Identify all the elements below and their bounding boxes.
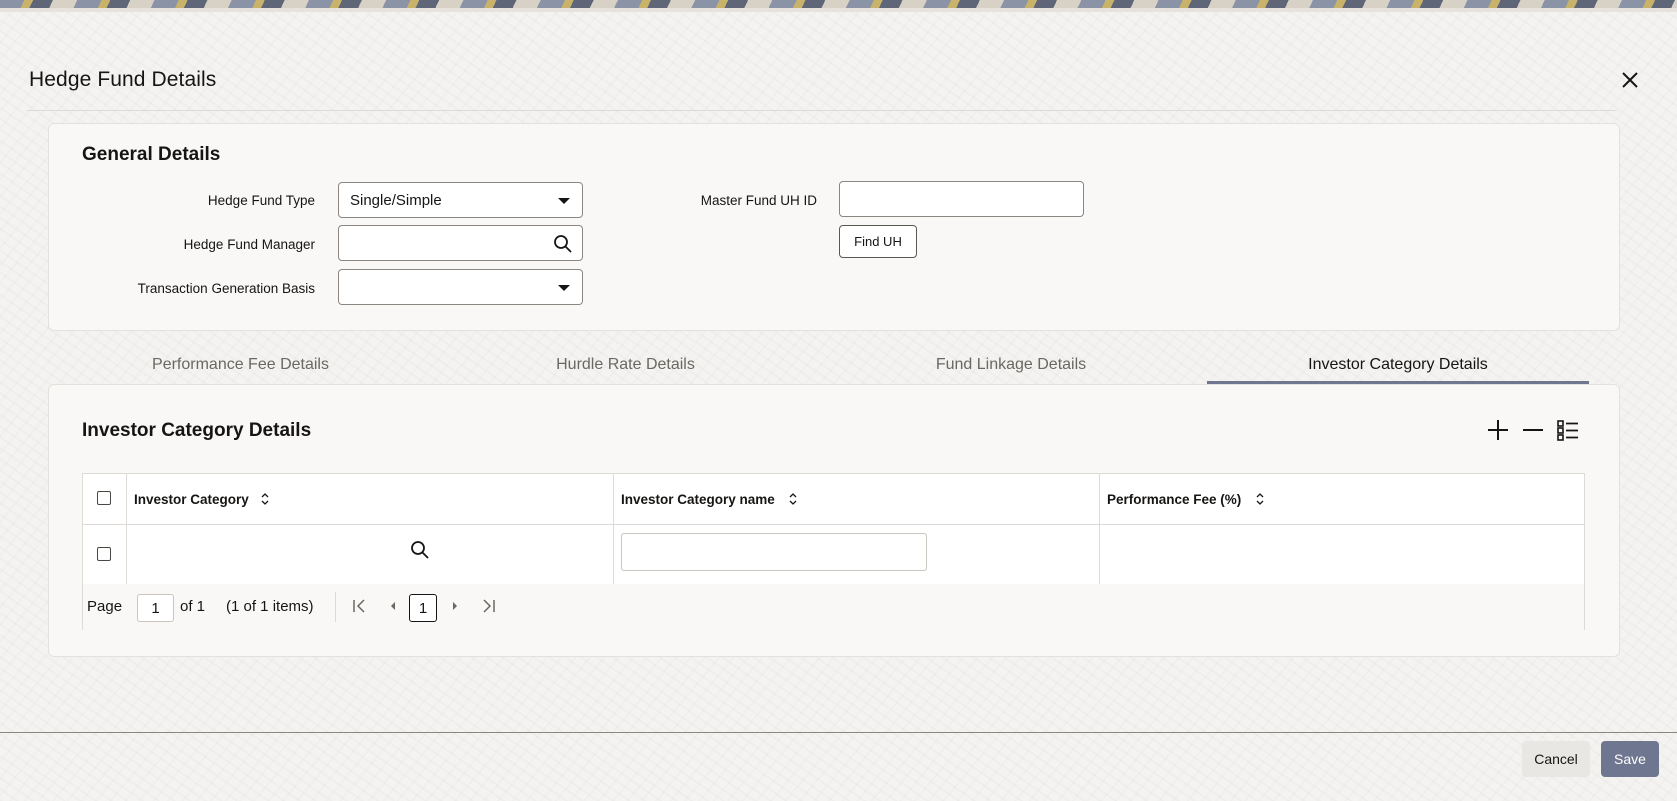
master-fund-uh-id-label: Master Fund UH ID (700, 193, 817, 208)
page-number-input[interactable]: 1 (137, 594, 174, 622)
close-icon[interactable] (1618, 68, 1642, 92)
hedge-fund-type-value: Single/Simple (350, 192, 442, 209)
first-page-icon[interactable] (351, 598, 367, 614)
previous-page-icon[interactable] (385, 598, 401, 614)
table-row (83, 524, 1584, 585)
detail-tabs: Performance Fee Details Hurdle Rate Deta… (48, 344, 1590, 384)
general-details-title: General Details (82, 144, 221, 165)
general-details-panel (48, 123, 1620, 331)
select-all-checkbox[interactable] (97, 491, 111, 505)
dialog-title: Hedge Fund Details (29, 68, 217, 91)
chevron-down-icon (558, 285, 570, 291)
search-icon[interactable] (553, 234, 573, 254)
sort-icon[interactable] (1255, 492, 1265, 506)
hedge-fund-manager-label: Hedge Fund Manager (183, 237, 315, 252)
column-header-performance-fee[interactable]: Performance Fee (%) (1107, 492, 1241, 507)
search-icon[interactable] (410, 540, 430, 560)
sort-icon[interactable] (260, 492, 270, 506)
cancel-button[interactable]: Cancel (1522, 741, 1590, 777)
hedge-fund-manager-input[interactable] (338, 225, 583, 261)
find-uh-button[interactable]: Find UH (839, 225, 917, 258)
header-banner (0, 0, 1677, 12)
column-header-investor-category-name[interactable]: Investor Category name (621, 492, 775, 507)
row-checkbox[interactable] (97, 547, 111, 561)
investor-category-table: Investor Category Investor Category name… (82, 473, 1585, 630)
add-row-icon[interactable] (1485, 417, 1511, 443)
items-count: (1 of 1 items) (226, 598, 314, 615)
hedge-fund-type-label: Hedge Fund Type (207, 193, 315, 208)
tab-investor-category-details[interactable]: Investor Category Details (1207, 344, 1589, 384)
hedge-fund-type-select[interactable]: Single/Simple (338, 182, 583, 218)
master-fund-uh-id-input[interactable] (839, 181, 1084, 217)
transaction-generation-basis-select[interactable] (338, 269, 583, 305)
table-header: Investor Category Investor Category name… (83, 474, 1584, 525)
pagination: Page 1 of 1 (1 of 1 items) 1 (83, 584, 1584, 630)
list-view-icon[interactable] (1555, 417, 1581, 443)
save-button[interactable]: Save (1601, 741, 1659, 777)
last-page-icon[interactable] (481, 598, 497, 614)
title-divider (27, 110, 1617, 111)
page-label: Page (87, 598, 123, 615)
sort-icon[interactable] (788, 492, 798, 506)
remove-row-icon[interactable] (1520, 417, 1546, 443)
investor-category-title: Investor Category Details (82, 420, 312, 441)
next-page-icon[interactable] (447, 598, 463, 614)
investor-category-name-input[interactable] (621, 533, 927, 571)
page-total: of 1 (180, 598, 206, 615)
pager-divider (335, 592, 336, 622)
page-button-1[interactable]: 1 (409, 594, 437, 622)
column-header-investor-category[interactable]: Investor Category (134, 492, 249, 507)
footer-divider (0, 732, 1677, 733)
transaction-generation-basis-label: Transaction Generation Basis (137, 281, 315, 296)
